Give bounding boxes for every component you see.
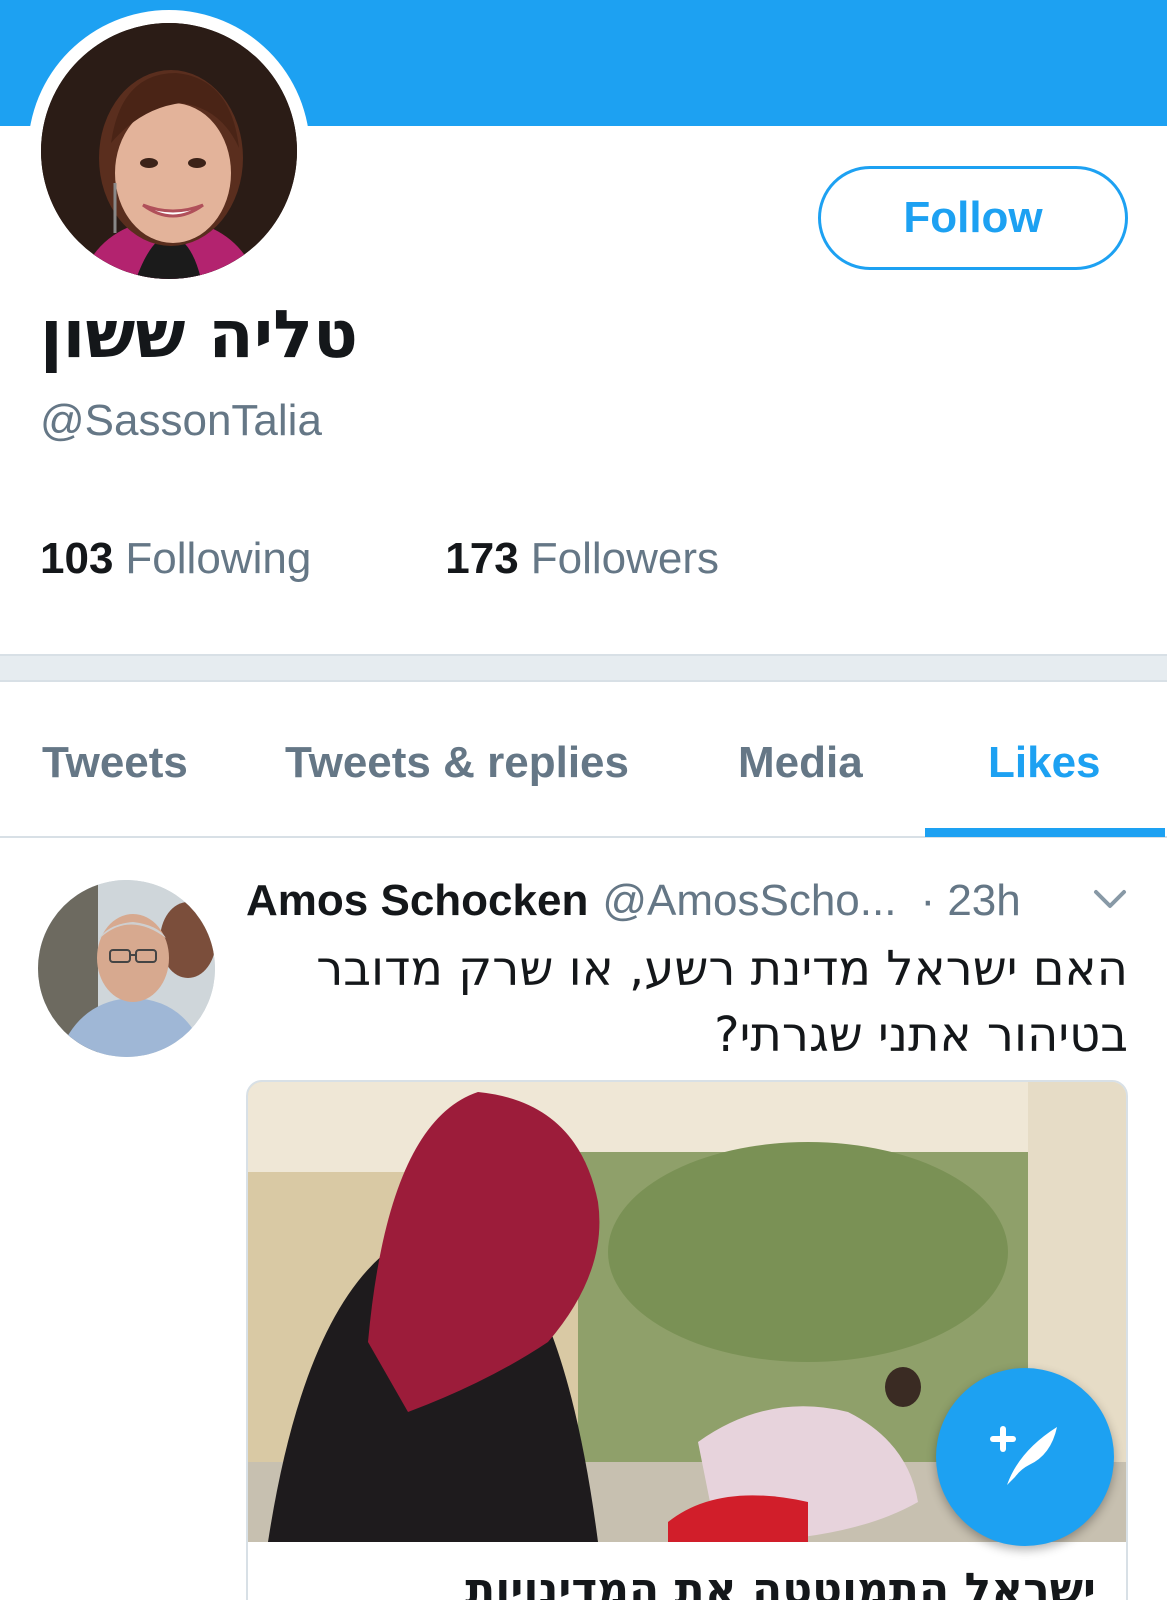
tweet-timestamp[interactable]: · 23h <box>920 876 1020 926</box>
tweet-header: Amos Schocken @AmosScho... · 23h <box>246 876 1021 926</box>
tweet-author-name[interactable]: Amos Schocken <box>246 876 588 926</box>
tweet-author-avatar[interactable] <box>38 880 215 1057</box>
tab-likes[interactable]: Likes <box>988 738 1101 788</box>
chevron-down-icon[interactable] <box>1092 888 1128 917</box>
following-stat[interactable]: 103 Following <box>40 534 311 584</box>
followers-stat[interactable]: 173 Followers <box>445 534 719 584</box>
profile-stats: 103 Following 173 Followers <box>40 534 719 584</box>
profile-handle: @SassonTalia <box>40 396 322 445</box>
tweet-card-title: ישראל התמוטטה את המדינויות <box>465 1564 1096 1600</box>
section-divider <box>0 654 1167 682</box>
compose-tweet-button[interactable] <box>936 1368 1114 1546</box>
tab-media[interactable]: Media <box>738 738 863 788</box>
profile-avatar[interactable] <box>41 23 297 279</box>
tweet-text-line: האם ישראל מדינת רשע, או שרק מדובר <box>316 941 1128 997</box>
tab-tweets[interactable]: Tweets <box>42 738 188 788</box>
followers-count: 173 <box>445 534 519 583</box>
tab-tweets-replies[interactable]: Tweets & replies <box>285 738 629 788</box>
profile-display-name: טליה ששון <box>40 296 358 373</box>
compose-tweet-icon <box>985 1415 1065 1500</box>
followers-label: Followers <box>530 534 719 583</box>
follow-button[interactable]: Follow <box>818 166 1128 270</box>
profile-tabs: Tweets Tweets & replies Media Likes <box>0 682 1167 838</box>
following-label: Following <box>125 534 312 583</box>
tweet-author-handle[interactable]: @AmosScho... <box>602 876 896 926</box>
following-count: 103 <box>40 534 114 583</box>
tweet-text: האם ישראל מדינת רשע, או שרק מדובר בטיהור… <box>246 936 1128 1068</box>
tweet-text-line: בטיהור אתני שגרתי? <box>714 1007 1128 1063</box>
active-tab-indicator <box>925 828 1165 837</box>
